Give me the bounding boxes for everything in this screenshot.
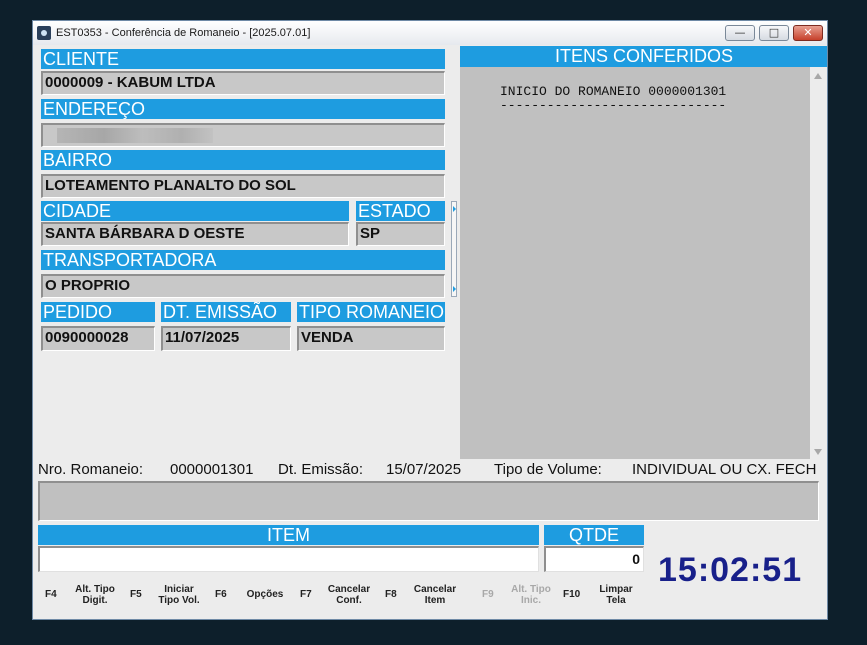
button-label-line: Inic. [520, 595, 541, 606]
clock-display: 15:02:51 [658, 551, 803, 589]
button-label-line: Alt. Tipo [75, 584, 115, 595]
button-label-line: Cancelar [413, 584, 457, 595]
minimize-button[interactable]: — [725, 25, 755, 41]
pedido-label: PEDIDO [41, 302, 155, 322]
button-label-line: Digit. [82, 595, 108, 606]
cidade-label: CIDADE [41, 201, 349, 221]
itens-scrollbar[interactable] [810, 67, 827, 459]
itens-line: INICIO DO ROMANEIO 0000001301 [500, 84, 727, 99]
qtde-input[interactable]: 0 [544, 546, 644, 572]
f6-key-label: F6 [215, 589, 227, 600]
f8-key-label: F8 [385, 589, 397, 600]
info-dt-emissao-value: 15/07/2025 [386, 461, 462, 478]
limpar-tela-button[interactable]: Limpar Tela [588, 584, 644, 606]
button-label-line: Tipo Vol. [158, 595, 200, 606]
estado-label: ESTADO [356, 201, 445, 221]
maximize-button[interactable]: □ [759, 25, 789, 41]
f10-key-label: F10 [563, 589, 581, 600]
button-label-line: Conf. [336, 595, 362, 606]
iniciar-tipo-vol-button[interactable]: Iniciar Tipo Vol. [149, 584, 209, 606]
dt-emissao-label: DT. EMISSÃO [161, 302, 291, 322]
transportadora-label: TRANSPORTADORA [41, 250, 445, 270]
qtde-label: QTDE [544, 525, 644, 545]
cidade-field[interactable]: SANTA BÁRBARA D OESTE [41, 222, 349, 246]
itens-conferidos-list[interactable]: INICIO DO ROMANEIO 0000001301 ----------… [460, 67, 810, 459]
button-label-line: Iniciar [164, 584, 194, 595]
app-icon [37, 26, 51, 40]
button-label-line: Item [424, 595, 446, 606]
button-label-line: Cancelar [327, 584, 371, 595]
splitter-arrow-icon [453, 286, 456, 292]
nro-romaneio-label: Nro. Romaneio: [38, 461, 144, 478]
pedido-field[interactable]: 0090000028 [41, 326, 155, 351]
status-message-box [38, 481, 819, 521]
info-dt-emissao-label: Dt. Emissão: [278, 461, 364, 478]
estado-field[interactable]: SP [356, 222, 445, 246]
button-label-line: Limpar [599, 584, 633, 595]
bairro-label: BAIRRO [41, 150, 445, 170]
opcoes-button[interactable]: Opções [235, 589, 295, 600]
f7-key-label: F7 [300, 589, 312, 600]
transportadora-field[interactable]: O PROPRIO [41, 274, 445, 298]
app-window: EST0353 - Conferência de Romaneio - [202… [32, 20, 828, 620]
window-title: EST0353 - Conferência de Romaneio - [202… [56, 27, 311, 39]
f5-key-label: F5 [130, 589, 142, 600]
alt-tipo-digit-button[interactable]: Alt. Tipo Digit. [65, 584, 125, 606]
button-label-line: Tela [606, 595, 626, 606]
tipo-romaneio-label: TIPO ROMANEIO [297, 302, 445, 322]
tipo-romaneio-field[interactable]: VENDA [297, 326, 445, 351]
cliente-label: CLIENTE [41, 49, 445, 69]
alt-tipo-inic-button[interactable]: Alt. Tipo Inic. [501, 584, 561, 606]
tipo-volume-value: INDIVIDUAL OU CX. FECH [632, 461, 817, 478]
cancelar-conf-button[interactable]: Cancelar Conf. [319, 584, 379, 606]
nro-romaneio-value: 0000001301 [170, 461, 254, 478]
cliente-field[interactable]: 0000009 - KABUM LTDA [41, 71, 445, 95]
item-label: ITEM [38, 525, 539, 545]
redacted-address-block [57, 128, 213, 143]
scroll-up-icon[interactable] [814, 73, 822, 79]
button-label-line: Opções [246, 589, 284, 600]
scroll-down-icon[interactable] [814, 449, 822, 455]
f4-key-label: F4 [45, 589, 57, 600]
bairro-field[interactable]: LOTEAMENTO PLANALTO DO SOL [41, 174, 445, 198]
button-label-line: Alt. Tipo [511, 584, 551, 595]
close-button[interactable]: ✕ [793, 25, 823, 41]
cancelar-item-button[interactable]: Cancelar Item [405, 584, 465, 606]
tipo-volume-label: Tipo de Volume: [494, 461, 602, 478]
itens-conferidos-header: ITENS CONFERIDOS [460, 46, 827, 67]
endereco-field[interactable] [41, 123, 445, 147]
itens-line: ----------------------------- [500, 98, 727, 113]
dt-emissao-field[interactable]: 11/07/2025 [161, 326, 291, 351]
title-bar: EST0353 - Conferência de Romaneio - [202… [33, 21, 827, 45]
item-input[interactable] [38, 546, 539, 572]
panel-splitter[interactable] [451, 201, 457, 297]
splitter-arrow-icon [453, 206, 456, 212]
endereco-label: ENDEREÇO [41, 99, 445, 119]
f9-key-label: F9 [482, 589, 494, 600]
